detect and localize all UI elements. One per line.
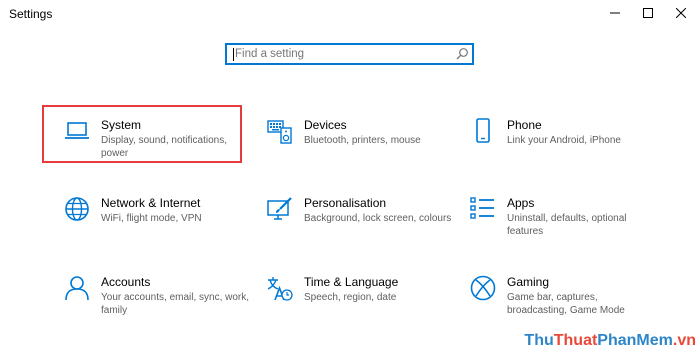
tile-label: Phone: [507, 118, 542, 132]
search-icon[interactable]: [455, 47, 469, 61]
watermark-part: Thuat: [553, 332, 598, 349]
keyboard-speaker-icon: [267, 120, 292, 144]
minimize-button[interactable]: [598, 0, 631, 26]
tile-devices[interactable]: Devices Bluetooth, printers, mouse: [267, 118, 457, 158]
time-language-icon: [267, 277, 293, 301]
tile-network-internet[interactable]: Network & Internet WiFi, flight mode, VP…: [64, 196, 254, 236]
close-icon: [675, 8, 686, 18]
watermark-part: .vn: [672, 332, 696, 349]
watermark-part: Thu: [524, 332, 554, 349]
minimize-icon: [609, 12, 620, 14]
maximize-icon: [642, 8, 653, 18]
tile-label: Time & Language: [304, 275, 399, 289]
tile-gaming[interactable]: Gaming Game bar, captures, broadcasting,…: [470, 275, 660, 316]
tile-label: Apps: [507, 196, 535, 210]
tile-description: Bluetooth, printers, mouse: [304, 135, 421, 146]
apps-list-icon: [470, 197, 494, 219]
tile-personalisation[interactable]: Personalisation Background, lock screen,…: [267, 196, 457, 236]
tile-label: Gaming: [507, 275, 550, 289]
tile-apps[interactable]: Apps Uninstall, defaults, optional featu…: [470, 196, 660, 237]
highlight-box: [42, 105, 242, 163]
search-input[interactable]: Find a setting: [235, 48, 304, 60]
watermark-logo: ThuThuatPhanMem.vn: [524, 332, 696, 350]
close-button[interactable]: [664, 0, 697, 26]
phone-icon: [476, 118, 490, 143]
title-bar: Settings: [0, 0, 700, 28]
watermark-part: PhanMem: [597, 332, 673, 349]
tile-label: Devices: [304, 118, 347, 132]
xbox-icon: [470, 275, 496, 301]
text-caret: [233, 48, 234, 61]
tile-accounts[interactable]: Accounts Your accounts, email, sync, wor…: [64, 275, 254, 316]
tile-description: Link your Android, iPhone: [507, 135, 621, 146]
tile-label: Network & Internet: [101, 196, 201, 210]
tile-time-language[interactable]: Time & Language Speech, region, date: [267, 275, 457, 315]
tile-label: Accounts: [101, 275, 151, 289]
tile-label: Personalisation: [304, 196, 387, 210]
window-title: Settings: [9, 7, 53, 21]
paint-brush-icon: [267, 197, 292, 220]
globe-icon: [65, 197, 89, 221]
tile-description: WiFi, flight mode, VPN: [101, 213, 202, 224]
tile-description: Background, lock screen, colours: [304, 213, 452, 224]
search-box[interactable]: Find a setting: [225, 43, 474, 65]
person-icon: [65, 276, 89, 301]
tile-description: Your accounts, email, sync, work, family: [101, 292, 250, 316]
tile-description: Speech, region, date: [304, 292, 397, 303]
maximize-button[interactable]: [631, 0, 664, 26]
tile-description: Uninstall, defaults, optional features: [507, 213, 627, 237]
tile-phone[interactable]: Phone Link your Android, iPhone: [470, 118, 660, 158]
tile-description: Game bar, captures, broadcasting, Game M…: [507, 292, 625, 316]
